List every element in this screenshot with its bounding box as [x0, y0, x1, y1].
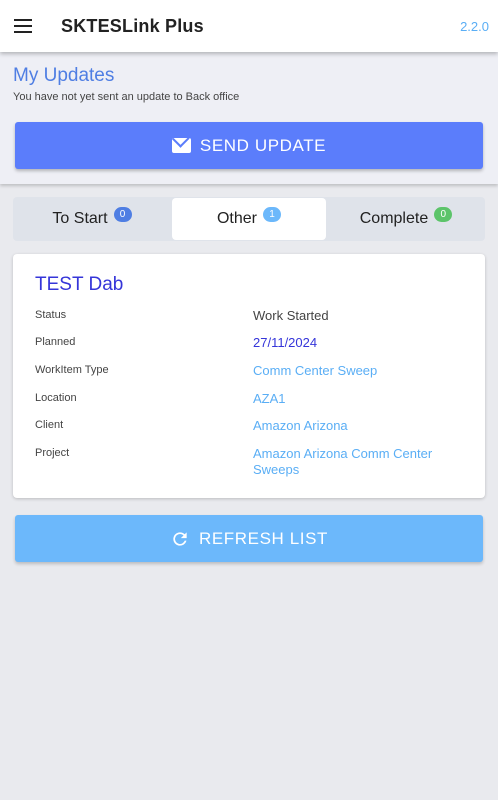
send-update-label: SEND UPDATE — [199, 135, 327, 155]
work-item-card[interactable]: TEST Dab Status Work Started Planned 27/… — [13, 254, 485, 498]
app-bar: SKTESLink Plus 2.2.0 — [0, 0, 498, 52]
app-version: 2.2.0 — [460, 19, 489, 34]
tab-count-badge: 0 — [434, 206, 453, 222]
workitem-type-label: WorkItem Type — [35, 364, 109, 376]
envelope-icon — [171, 138, 191, 153]
location-value: AZA1 — [253, 391, 286, 406]
client-label: Client — [35, 419, 64, 431]
refresh-icon — [173, 531, 187, 546]
status-label: Status — [35, 309, 67, 321]
app-title: SKTESLink Plus — [61, 16, 204, 36]
tab-count-badge: 0 — [113, 206, 132, 222]
work-item-title: TEST Dab — [35, 274, 124, 295]
hamburger-menu-icon[interactable] — [14, 19, 32, 33]
tab-other[interactable]: Other 1 — [172, 198, 326, 240]
updates-subtitle: You have not yet sent an update to Back … — [13, 91, 240, 103]
client-value: Amazon Arizona — [253, 418, 348, 433]
tab-label: Complete — [359, 210, 429, 227]
planned-label: Planned — [35, 336, 76, 348]
project-value: Amazon Arizona Comm Center Sweeps — [253, 446, 433, 477]
workitem-type-value: Comm Center Sweep — [253, 363, 378, 378]
tab-to-start[interactable]: To Start 0 — [13, 197, 171, 241]
project-label: Project — [35, 447, 70, 459]
tab-complete[interactable]: Complete 0 — [327, 197, 485, 241]
tab-label: To Start — [52, 210, 108, 227]
updates-panel: My Updates You have not yet sent an upda… — [0, 52, 498, 184]
refresh-list-button[interactable]: REFRESH LIST — [15, 515, 483, 562]
send-update-button[interactable]: SEND UPDATE — [15, 122, 483, 169]
updates-title: My Updates — [13, 65, 115, 86]
refresh-list-label: REFRESH LIST — [198, 528, 329, 548]
status-value: Work Started — [253, 308, 329, 323]
status-tabs: To Start 0 Other 1 Complete 0 — [13, 197, 485, 241]
location-label: Location — [35, 392, 77, 404]
tab-label: Other — [216, 210, 257, 227]
tab-count-badge: 1 — [263, 206, 281, 222]
planned-value: 27/11/2024 — [253, 335, 318, 350]
